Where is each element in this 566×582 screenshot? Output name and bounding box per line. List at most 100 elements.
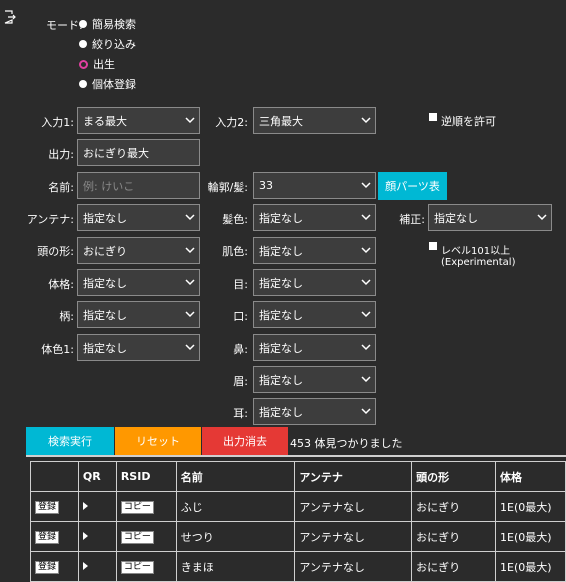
name-label: 名前:: [48, 181, 74, 194]
mouth-select[interactable]: 指定なし: [253, 301, 376, 328]
mode-label: モード:: [46, 19, 83, 32]
row-name: きまほ: [175, 551, 296, 582]
hair-color-label: 髪色:: [222, 213, 248, 226]
level101-checkbox[interactable]: [429, 242, 437, 250]
correction-label: 補正:: [399, 213, 425, 226]
reverse-label: 逆順を許可: [441, 115, 496, 128]
row-body: 1E(0最大): [495, 491, 566, 522]
eyes-select[interactable]: 指定なし: [253, 269, 376, 296]
head-shape-value: おにぎり: [83, 244, 127, 258]
input2-select[interactable]: 三角最大: [253, 107, 376, 134]
row-name: ふじ: [175, 491, 296, 522]
expand-arrow-icon[interactable]: [82, 562, 88, 570]
results-table: QR RSID 名前 アンテナ 頭の形 体格 登録 コピー ふじ アンテナなし …: [30, 461, 566, 582]
pattern-select[interactable]: 指定なし: [77, 301, 200, 328]
chevron-down-icon: [185, 279, 195, 286]
clear-output-button[interactable]: 出力消去: [202, 427, 288, 455]
body-color1-select[interactable]: 指定なし: [77, 334, 200, 361]
column-header-rsid[interactable]: RSID: [115, 461, 177, 492]
mode-option-label: 個体登録: [92, 78, 136, 91]
name-placeholder: 例: けいこ: [83, 179, 135, 193]
radio-icon[interactable]: [79, 20, 87, 28]
input1-value: まる最大: [83, 114, 127, 128]
input1-select[interactable]: まる最大: [77, 107, 200, 134]
name-input[interactable]: 例: けいこ: [77, 172, 200, 199]
chevron-down-icon: [185, 247, 195, 254]
output-field[interactable]: おにぎり最大: [77, 139, 200, 166]
hair-color-select[interactable]: 指定なし: [253, 204, 376, 231]
eyebrows-select[interactable]: 指定なし: [253, 366, 376, 393]
mode-radio-filter[interactable]: 絞り込み: [79, 36, 136, 52]
expand-arrow-icon[interactable]: [82, 532, 88, 540]
column-header-body[interactable]: 体格: [495, 461, 566, 492]
mode-radio-register[interactable]: 個体登録: [79, 76, 136, 92]
outline-value: 33: [259, 179, 273, 192]
column-header: [30, 461, 79, 492]
mode-option-label: 出生: [93, 58, 115, 71]
row-head: おにぎり: [411, 521, 496, 552]
antenna-value: 指定なし: [83, 211, 127, 225]
eyebrows-label: 眉:: [233, 375, 248, 388]
reverse-checkbox[interactable]: [429, 113, 437, 121]
skin-color-select[interactable]: 指定なし: [253, 237, 376, 264]
copy-button[interactable]: コピー: [120, 501, 154, 514]
face-parts-button[interactable]: 顔パーツ表: [378, 172, 447, 200]
register-button[interactable]: 登録: [35, 501, 60, 514]
reset-button[interactable]: リセット: [115, 427, 201, 455]
row-body: 1E(0最大): [495, 551, 566, 582]
column-header-name[interactable]: 名前: [175, 461, 296, 492]
ears-select[interactable]: 指定なし: [253, 398, 376, 425]
chevron-down-icon: [361, 214, 371, 221]
head-shape-select[interactable]: おにぎり: [77, 237, 200, 264]
eyes-value: 指定なし: [259, 276, 303, 290]
mouth-value: 指定なし: [259, 308, 303, 322]
table-header-row: QR RSID 名前 アンテナ 頭の形 体格: [30, 461, 566, 492]
result-count: 453 体見つかりました: [290, 437, 403, 450]
table-row: 登録 コピー きまほ アンテナなし おにぎり 1E(0最大): [30, 551, 566, 582]
outline-label: 輪郭/髪:: [207, 181, 248, 194]
chevron-down-icon: [537, 214, 547, 221]
correction-select[interactable]: 指定なし: [428, 204, 552, 231]
mode-radio-simple-search[interactable]: 簡易検索: [79, 16, 136, 32]
input2-label: 入力2:: [215, 116, 248, 129]
body-color1-value: 指定なし: [83, 341, 127, 355]
antenna-select[interactable]: 指定なし: [77, 204, 200, 231]
chevron-down-icon: [185, 117, 195, 124]
head-shape-label: 頭の形:: [37, 245, 74, 258]
ears-value: 指定なし: [259, 405, 303, 419]
input2-value: 三角最大: [259, 114, 303, 128]
search-button[interactable]: 検索実行: [26, 427, 114, 455]
outline-select[interactable]: 33: [253, 172, 376, 199]
hair-color-value: 指定なし: [259, 211, 303, 225]
expand-arrow-icon[interactable]: [82, 502, 88, 510]
table-row: 登録 コピー せつり アンテナなし おにぎり 1E(0最大): [30, 521, 566, 552]
chevron-down-icon: [361, 408, 371, 415]
output-label: 出力:: [48, 148, 74, 161]
row-antenna: アンテナなし: [294, 551, 413, 582]
copy-button[interactable]: コピー: [120, 561, 154, 574]
body-select[interactable]: 指定なし: [77, 269, 200, 296]
body-value: 指定なし: [83, 276, 127, 290]
chevron-down-icon: [361, 311, 371, 318]
pattern-value: 指定なし: [83, 308, 127, 322]
table-row: 登録 コピー ふじ アンテナなし おにぎり 1E(0最大): [30, 491, 566, 522]
column-header-head[interactable]: 頭の形: [411, 461, 496, 492]
register-button[interactable]: 登録: [35, 531, 60, 544]
chevron-down-icon: [361, 182, 371, 189]
body-color1-label: 体色1:: [41, 343, 74, 356]
pattern-label: 柄:: [59, 310, 74, 323]
eyebrows-value: 指定なし: [259, 373, 303, 387]
radio-icon[interactable]: [79, 40, 87, 48]
nose-select[interactable]: 指定なし: [253, 334, 376, 361]
row-body: 1E(0最大): [495, 521, 566, 552]
register-button[interactable]: 登録: [35, 561, 60, 574]
radio-icon[interactable]: [79, 80, 87, 88]
radio-checked-icon[interactable]: [79, 59, 88, 69]
exit-icon[interactable]: [4, 10, 16, 24]
mode-radio-birth[interactable]: 出生: [79, 56, 115, 72]
column-header-qr[interactable]: QR: [77, 461, 117, 492]
copy-button[interactable]: コピー: [120, 531, 154, 544]
column-header-antenna[interactable]: アンテナ: [294, 461, 413, 492]
level101-label: レベル101以上(Experimental): [441, 246, 516, 268]
nose-label: 鼻:: [233, 343, 248, 356]
